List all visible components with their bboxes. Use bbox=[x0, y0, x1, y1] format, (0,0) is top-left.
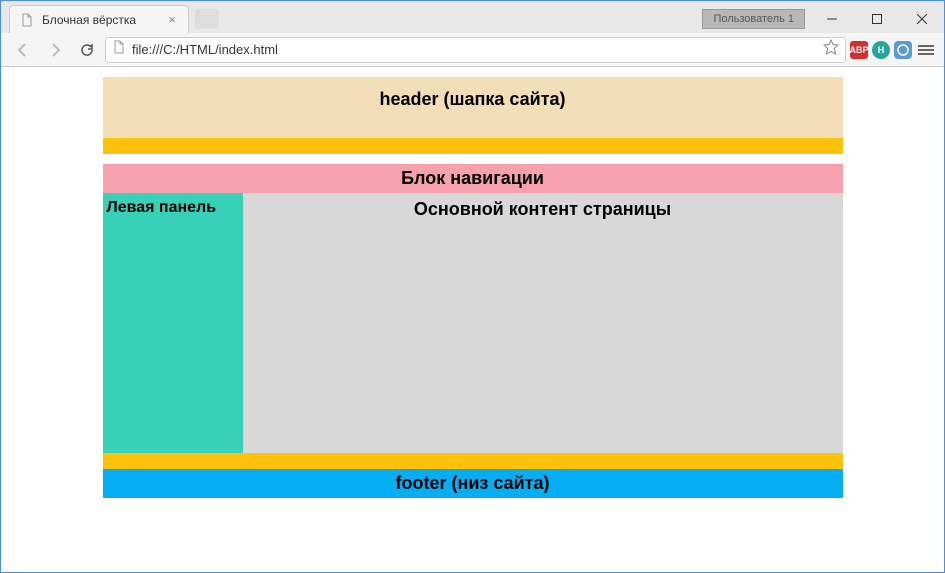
content-row: Левая панель Основной контент страницы bbox=[103, 193, 843, 453]
browser-window: Блочная вёрстка × Пользователь 1 bbox=[0, 0, 945, 573]
back-icon bbox=[15, 42, 31, 58]
extension-abp-icon[interactable]: ABP bbox=[850, 41, 868, 59]
page-icon bbox=[20, 13, 34, 27]
minimize-button[interactable] bbox=[809, 4, 854, 33]
site-header-block: header (шапка сайта) bbox=[103, 77, 843, 138]
browser-menu-button[interactable] bbox=[916, 40, 936, 60]
forward-icon bbox=[47, 42, 63, 58]
tab-title: Блочная вёрстка bbox=[42, 13, 136, 27]
close-window-button[interactable] bbox=[899, 4, 944, 33]
extension-h-icon[interactable]: H bbox=[872, 41, 890, 59]
browser-tab[interactable]: Блочная вёрстка × bbox=[9, 5, 189, 33]
bookmark-star-icon[interactable] bbox=[823, 39, 839, 60]
page-viewport: header (шапка сайта) Блок навигации Лева… bbox=[1, 67, 944, 572]
user-profile-badge[interactable]: Пользователь 1 bbox=[702, 9, 805, 29]
maximize-icon bbox=[872, 14, 882, 24]
yellow-separator-bottom bbox=[103, 453, 843, 469]
extension-blue-icon[interactable] bbox=[894, 41, 912, 59]
file-icon bbox=[112, 40, 126, 59]
reload-icon bbox=[79, 42, 95, 58]
reload-button[interactable] bbox=[73, 36, 101, 64]
page-content: header (шапка сайта) Блок навигации Лева… bbox=[103, 77, 843, 498]
window-controls bbox=[809, 4, 944, 33]
close-icon bbox=[917, 14, 927, 24]
back-button[interactable] bbox=[9, 36, 37, 64]
left-panel-block: Левая панель bbox=[103, 193, 243, 453]
url-input[interactable] bbox=[132, 42, 817, 57]
site-footer-block: footer (низ сайта) bbox=[103, 469, 843, 498]
site-nav-block: Блок навигации bbox=[103, 164, 843, 193]
tab-close-icon[interactable]: × bbox=[166, 12, 178, 27]
tab-strip: Блочная вёрстка × Пользователь 1 bbox=[1, 1, 944, 33]
forward-button[interactable] bbox=[41, 36, 69, 64]
yellow-separator-top bbox=[103, 138, 843, 154]
url-box[interactable] bbox=[105, 37, 846, 63]
main-content-block: Основной контент страницы bbox=[243, 193, 843, 453]
new-tab-button[interactable] bbox=[195, 9, 219, 29]
maximize-button[interactable] bbox=[854, 4, 899, 33]
address-bar: ABP H bbox=[1, 33, 944, 67]
minimize-icon bbox=[827, 14, 837, 24]
